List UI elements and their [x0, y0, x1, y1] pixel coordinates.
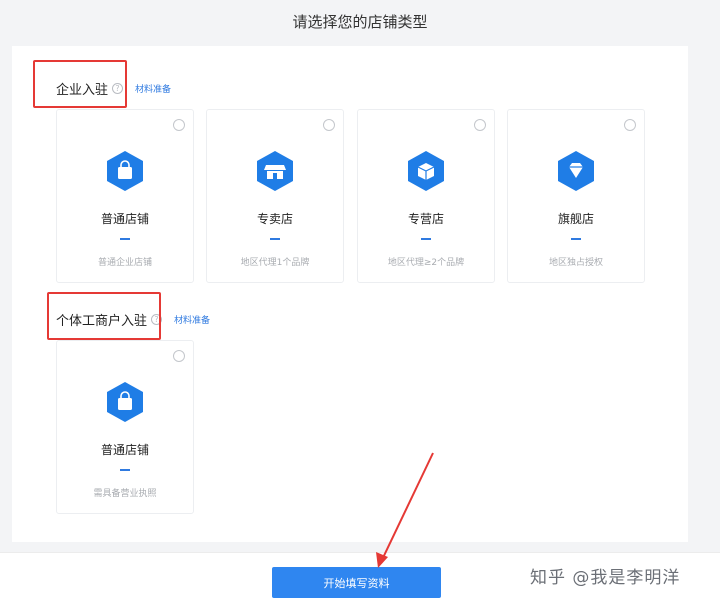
radio-button[interactable] — [173, 119, 185, 131]
annotation-highlight-box — [33, 60, 127, 108]
card-divider — [120, 469, 130, 471]
card-enterprise-franchise-store[interactable]: 专营店 地区代理≥2个品牌 — [357, 109, 495, 283]
card-name: 专卖店 — [256, 212, 293, 226]
annotation-highlight-box — [47, 292, 161, 340]
card-description: 需具备营业执照 — [93, 489, 157, 499]
card-divider — [120, 238, 130, 240]
start-filling-button[interactable]: 开始填写资料 — [272, 567, 441, 598]
shopping-bag-icon — [107, 151, 143, 191]
individual-materials-link[interactable]: 材料准备 — [174, 313, 210, 326]
storefront-icon — [257, 151, 293, 191]
page-title: 请选择您的店铺类型 — [292, 13, 428, 31]
card-name: 普通店铺 — [100, 212, 149, 226]
card-enterprise-exclusive-store[interactable]: 专卖店 地区代理1个品牌 — [206, 109, 344, 283]
radio-button[interactable] — [474, 119, 486, 131]
card-enterprise-standard-store[interactable]: 普通店铺 普通企业店铺 — [56, 109, 194, 283]
shopping-bag-icon — [107, 382, 143, 422]
radio-button[interactable] — [323, 119, 335, 131]
box-icon — [408, 151, 444, 191]
card-description: 地区独占授权 — [548, 258, 603, 268]
card-description: 地区代理1个品牌 — [240, 258, 310, 268]
card-name: 普通店铺 — [100, 443, 149, 457]
card-description: 普通企业店铺 — [97, 258, 152, 268]
card-name: 专营店 — [407, 212, 444, 226]
card-enterprise-flagship-store[interactable]: 旗舰店 地区独占授权 — [507, 109, 645, 283]
radio-button[interactable] — [173, 350, 185, 362]
card-divider — [421, 238, 431, 240]
watermark: 知乎 @我是李明洋 — [530, 568, 681, 588]
card-name: 旗舰店 — [557, 212, 594, 226]
card-divider — [571, 238, 581, 240]
enterprise-materials-link[interactable]: 材料准备 — [135, 82, 171, 95]
card-description: 地区代理≥2个品牌 — [387, 258, 465, 268]
card-divider — [270, 238, 280, 240]
radio-button[interactable] — [624, 119, 636, 131]
card-individual-standard-store[interactable]: 普通店铺 需具备营业执照 — [56, 340, 194, 514]
diamond-icon — [558, 151, 594, 191]
